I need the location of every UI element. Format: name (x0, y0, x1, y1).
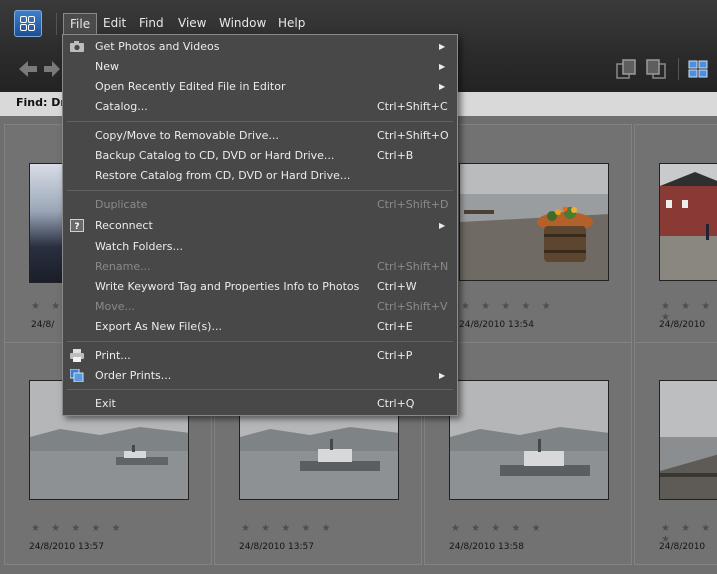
rotate-left-icon[interactable] (615, 58, 637, 80)
star-rating[interactable]: ★ ★ ★ ★ ★ (461, 301, 555, 312)
menu-item-write-keyword-tag[interactable]: Write Keyword Tag and Properties Info to… (63, 278, 457, 296)
menu-item-new[interactable]: New ▶ (63, 58, 457, 76)
photo-date: 24/8/2010 (659, 320, 706, 330)
star-rating[interactable]: ★ ★ (31, 301, 64, 312)
submenu-arrow-icon: ▶ (439, 62, 446, 71)
camera-icon (70, 41, 84, 52)
menu-item-move[interactable]: Move... Ctrl+Shift+V (63, 298, 457, 316)
menu-separator (67, 341, 453, 342)
printer-icon (70, 349, 84, 362)
photo-date: 24/8/2010 13:58 (449, 542, 524, 552)
photo-thumbnail[interactable] (449, 380, 609, 500)
star-rating[interactable]: ★ ★ ★ ★ ★ (451, 523, 545, 534)
photo-thumbnail[interactable] (659, 380, 717, 500)
photo-date: 24/8/2010 (659, 542, 706, 552)
grid-view-icon[interactable] (687, 58, 709, 80)
menu-window[interactable]: Window (213, 14, 272, 32)
app-logo-icon[interactable] (14, 10, 42, 37)
menubar-divider (56, 13, 57, 35)
menu-help[interactable]: Help (272, 14, 311, 32)
menu-item-order-prints[interactable]: Order Prints... ▶ (63, 367, 457, 385)
menu-item-open-recent[interactable]: Open Recently Edited File in Editor ▶ (63, 78, 457, 96)
forward-arrow-icon[interactable] (44, 58, 60, 80)
submenu-arrow-icon: ▶ (439, 42, 446, 51)
menu-item-catalog[interactable]: Catalog... Ctrl+Shift+C (63, 98, 457, 116)
submenu-arrow-icon: ▶ (439, 221, 446, 230)
menu-item-copy-move[interactable]: Copy/Move to Removable Drive... Ctrl+Shi… (63, 127, 457, 145)
file-menu-dropdown: Get Photos and Videos ▶ New ▶ Open Recen… (62, 34, 458, 416)
menu-item-rename[interactable]: Rename... Ctrl+Shift+N (63, 258, 457, 276)
rotate-right-icon[interactable] (645, 58, 667, 80)
menu-separator (67, 389, 453, 390)
menu-find[interactable]: Find (133, 14, 170, 32)
photo-cell[interactable]: ★ ★ ★ ★ 24/8/2010 (634, 342, 717, 565)
photo-thumbnail[interactable] (459, 163, 609, 281)
menu-view[interactable]: View (172, 14, 212, 32)
back-arrow-icon[interactable] (17, 58, 39, 80)
menu-item-duplicate[interactable]: Duplicate Ctrl+Shift+D (63, 196, 457, 214)
star-rating[interactable]: ★ ★ ★ ★ ★ (31, 523, 125, 534)
menu-edit[interactable]: Edit (97, 14, 132, 32)
menu-item-print[interactable]: Print... Ctrl+P (63, 347, 457, 365)
photo-thumbnail[interactable] (659, 163, 717, 281)
menu-item-exit[interactable]: Exit Ctrl+Q (63, 395, 457, 413)
menu-separator (67, 190, 453, 191)
submenu-arrow-icon: ▶ (439, 371, 446, 380)
menu-file[interactable]: File (63, 13, 98, 34)
photo-date: 24/8/2010 13:57 (239, 542, 314, 552)
menu-item-get-photos[interactable]: Get Photos and Videos ▶ (63, 38, 457, 56)
menu-item-restore-catalog[interactable]: Restore Catalog from CD, DVD or Hard Dri… (63, 167, 457, 185)
submenu-arrow-icon: ▶ (439, 82, 446, 91)
menu-item-watch-folders[interactable]: Watch Folders... (63, 238, 457, 256)
photo-date: 24/8/ (31, 320, 55, 330)
photo-date: 24/8/2010 13:57 (29, 542, 104, 552)
toolbar-divider (678, 58, 679, 80)
menu-item-reconnect[interactable]: ? Reconnect ▶ (63, 217, 457, 235)
star-rating[interactable]: ★ ★ ★ ★ ★ (241, 523, 335, 534)
question-icon: ? (70, 219, 84, 232)
photo-date: 24/8/2010 13:54 (459, 320, 534, 330)
order-prints-icon (70, 369, 84, 382)
svg-text:?: ? (74, 222, 79, 232)
menu-item-backup-catalog[interactable]: Backup Catalog to CD, DVD or Hard Drive.… (63, 147, 457, 165)
menu-separator (67, 121, 453, 122)
photo-cell[interactable]: ★ ★ ★ ★ 24/8/2010 (634, 124, 717, 347)
menu-item-export[interactable]: Export As New File(s)... Ctrl+E (63, 318, 457, 336)
